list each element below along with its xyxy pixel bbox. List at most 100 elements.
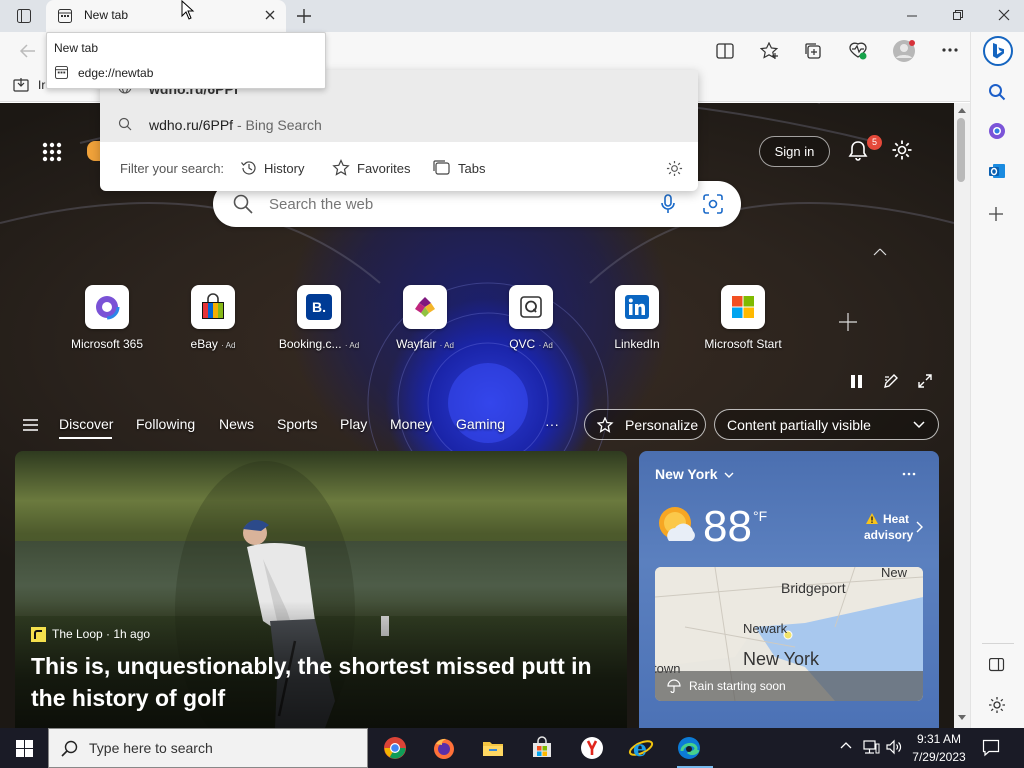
favbar-import-label[interactable]: Ir [38, 78, 45, 92]
booking-b-glyph: B. [306, 294, 332, 320]
yandex-taskbar-icon[interactable] [580, 736, 604, 760]
fullscreen-background-icon[interactable] [918, 374, 932, 388]
tab-new-tab[interactable]: New tab [46, 0, 286, 32]
visual-search-camera-icon[interactable] [703, 194, 723, 214]
filter-settings-gear-icon[interactable] [666, 160, 683, 177]
temperature-unit[interactable]: °F [753, 508, 767, 524]
suggestion-bing-search[interactable]: wdho.ru/6PPf - Bing Search [100, 106, 698, 142]
tabs-filter-icon[interactable] [433, 160, 450, 175]
sidebar-settings-icon[interactable] [988, 696, 1006, 714]
tray-overflow-chevron-icon[interactable] [840, 741, 852, 749]
city-chevron-down-icon[interactable] [724, 472, 734, 479]
scroll-up-arrow-icon[interactable] [958, 107, 966, 113]
notification-center-icon[interactable] [982, 739, 1000, 757]
windows-start-icon[interactable] [16, 740, 33, 757]
settings-more-icon[interactable] [942, 48, 958, 52]
quick-link-microsoft-start[interactable]: Microsoft Start [693, 285, 793, 351]
office-sidebar-icon[interactable] [988, 122, 1006, 140]
profile-avatar[interactable] [892, 39, 916, 63]
import-favorites-icon[interactable] [13, 77, 31, 93]
apps-launcher-icon[interactable] [42, 142, 62, 162]
microsoft-store-taskbar-icon[interactable] [530, 736, 554, 760]
ad-marker: · Ad [221, 341, 236, 350]
feed-menu-icon[interactable] [23, 419, 38, 431]
tab-following[interactable]: Following [136, 416, 195, 432]
split-screen-icon[interactable] [716, 43, 734, 59]
quick-link-linkedin[interactable]: LinkedIn [587, 285, 687, 351]
taskbar-search-box[interactable]: Type here to search [48, 728, 368, 768]
volume-icon[interactable] [885, 739, 903, 755]
tab-close-icon[interactable] [264, 9, 276, 21]
rain-forecast-bar[interactable]: Rain starting soon [655, 671, 923, 701]
favorites-star-icon[interactable] [760, 42, 780, 60]
new-tab-button[interactable] [295, 7, 313, 25]
internet-explorer-taskbar-icon[interactable]: e [628, 736, 654, 760]
scrollbar-thumb[interactable] [957, 118, 965, 182]
search-sidebar-icon[interactable] [988, 83, 1006, 101]
content-visibility-dropdown[interactable]: Content partially visible [714, 409, 939, 440]
news-card[interactable]: The Loop · 1h ago This is, unquestionabl… [15, 451, 627, 728]
quick-link-microsoft-365[interactable]: Microsoft 365 [57, 285, 157, 351]
suggestion-suffix: - Bing Search [233, 117, 322, 133]
weather-map[interactable]: Bridgeport New Newark New York town Rain… [655, 567, 923, 701]
tab-news[interactable]: News [219, 416, 254, 432]
heat-alert-line2[interactable]: advisory [864, 528, 913, 542]
collections-icon[interactable] [804, 42, 822, 60]
weather-card[interactable]: New York 88 °F Heat advisory Bridgeport … [639, 451, 939, 728]
alert-chevron-right-icon[interactable] [916, 521, 923, 533]
tab-sports[interactable]: Sports [277, 416, 317, 432]
search-icon [233, 194, 253, 214]
browser-essentials-icon[interactable] [848, 41, 868, 61]
tab-actions-icon[interactable] [17, 9, 31, 23]
quick-link-wayfair[interactable]: Wayfair · Ad [375, 285, 475, 351]
filter-favorites[interactable]: Favorites [357, 161, 410, 176]
tab-play[interactable]: Play [340, 416, 367, 432]
back-icon[interactable] [19, 42, 37, 60]
edge-taskbar-icon[interactable] [677, 728, 713, 768]
edit-background-icon[interactable] [884, 374, 898, 388]
quick-link-booking[interactable]: B. Booking.c... · Ad [269, 285, 369, 351]
weather-more-icon[interactable] [902, 472, 916, 476]
more-tabs-button[interactable]: ··· [545, 416, 559, 432]
taskbar-search-input[interactable]: Type here to search [89, 740, 213, 756]
heat-alert-line1[interactable]: Heat [883, 512, 909, 526]
favorites-filter-star-icon[interactable] [332, 159, 350, 177]
outlook-sidebar-icon[interactable] [988, 162, 1006, 180]
bing-copilot-icon[interactable] [983, 36, 1013, 66]
filter-history[interactable]: History [264, 161, 304, 176]
firefox-taskbar-icon[interactable] [432, 736, 456, 760]
news-headline[interactable]: This is, unquestionably, the shortest mi… [31, 650, 611, 714]
suggestion-query-text: wdho.ru/6PPf [149, 117, 234, 133]
the-loop-logo-icon [31, 627, 46, 643]
add-sidebar-app-icon[interactable] [989, 207, 1003, 221]
search-input[interactable]: Search the web [269, 196, 373, 213]
microsoft-logo-icon [721, 285, 765, 329]
personalize-button[interactable]: Personalize [584, 409, 706, 440]
restore-icon[interactable] [952, 9, 964, 21]
voice-search-mic-icon[interactable] [661, 194, 675, 214]
umbrella-icon [667, 679, 681, 693]
tab-discover[interactable]: Discover [59, 416, 113, 432]
file-explorer-taskbar-icon[interactable] [481, 736, 505, 760]
pause-background-icon[interactable] [851, 375, 863, 388]
hide-sidebar-icon[interactable] [989, 658, 1005, 672]
chrome-taskbar-icon[interactable] [383, 736, 407, 760]
page-scrollbar[interactable] [954, 103, 970, 728]
taskbar-date[interactable]: 7/29/2023 [908, 750, 970, 764]
notifications-bell-icon[interactable] [847, 140, 869, 162]
filter-tabs[interactable]: Tabs [458, 161, 485, 176]
tab-money[interactable]: Money [390, 416, 432, 432]
close-window-icon[interactable] [998, 9, 1010, 21]
sign-in-button[interactable]: Sign in [759, 136, 830, 167]
weather-city[interactable]: New York [655, 466, 718, 482]
ebay-bag-icon [191, 285, 235, 329]
tab-gaming[interactable]: Gaming [456, 416, 505, 432]
scroll-down-arrow-icon[interactable] [958, 715, 966, 721]
history-icon[interactable] [240, 159, 258, 177]
minimize-icon[interactable] [906, 10, 918, 22]
network-icon[interactable] [862, 739, 880, 755]
taskbar-time[interactable]: 9:31 AM [916, 732, 962, 746]
quick-link-qvc[interactable]: QVC · Ad [481, 285, 581, 351]
quick-link-ebay[interactable]: eBay · Ad [163, 285, 263, 351]
page-settings-gear-icon[interactable] [891, 139, 913, 161]
